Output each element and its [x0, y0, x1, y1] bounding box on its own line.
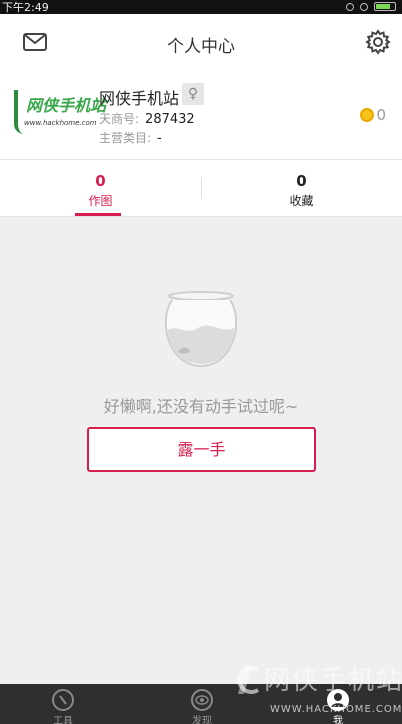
watermark: 网侠手机站 WWW.HACKHOME.COM [232, 660, 402, 720]
profile-name: 网侠手机站 [99, 89, 180, 108]
category-label: 主营类目: [99, 131, 152, 145]
try-it-button[interactable]: 露一手 [87, 427, 316, 472]
empty-state-message: 好懒啊,还没有动手试过呢~ [103, 397, 299, 416]
eye-icon [191, 689, 213, 711]
shop-id-value: 287432 [145, 112, 195, 127]
active-tab-indicator [75, 213, 121, 216]
coin-icon [360, 108, 375, 122]
status-bar: 下午2:49 [0, 0, 402, 14]
works-count: 0 [95, 172, 106, 190]
favorites-count: 0 [296, 172, 307, 190]
category-row: 主营类目: - [99, 129, 162, 146]
shop-logo: 网侠手机站 www.hackhome.com [14, 88, 106, 138]
shop-id-row: 天商号: 287432 [99, 110, 195, 127]
status-time: 下午2:49 [2, 1, 49, 14]
battery-icon [374, 2, 396, 11]
fishbowl-icon [164, 291, 238, 368]
coin-balance[interactable]: 0 [360, 106, 386, 124]
shop-id-label: 天商号: [99, 112, 140, 126]
app-header: 个人中心 [0, 14, 402, 70]
nav-item-tools[interactable]: 工具 [23, 684, 103, 724]
female-icon: ♀ [182, 83, 204, 105]
status-icons [346, 2, 396, 11]
logo-text: 网侠手机站 [26, 96, 107, 115]
tab-favorites[interactable]: 0 收藏 [201, 160, 402, 217]
alarm-icon [346, 2, 354, 11]
watermark-url: WWW.HACKHOME.COM [270, 704, 402, 715]
works-label: 作图 [88, 194, 113, 208]
coin-count: 0 [376, 106, 386, 124]
signal-icon [360, 2, 368, 11]
watermark-logo-icon [237, 666, 260, 694]
watermark-text: 网侠手机站 [264, 666, 402, 696]
nav-label-discover: 发现 [192, 716, 212, 724]
content-tabs: 0 作图 0 收藏 [0, 160, 402, 217]
brush-icon [52, 689, 74, 711]
tab-works[interactable]: 0 作图 [0, 160, 201, 217]
page-title: 个人中心 [167, 37, 235, 57]
nav-item-discover[interactable]: 发现 [162, 684, 242, 724]
nav-label-tools: 工具 [53, 716, 73, 724]
logo-mark [14, 90, 24, 134]
profile-card[interactable]: 网侠手机站 www.hackhome.com 网侠手机站 ♀ 天商号: 28743… [0, 70, 402, 160]
logo-url: www.hackhome.com [24, 119, 97, 127]
category-value: - [157, 131, 162, 146]
favorites-label: 收藏 [289, 194, 314, 208]
gear-icon[interactable] [365, 29, 391, 55]
